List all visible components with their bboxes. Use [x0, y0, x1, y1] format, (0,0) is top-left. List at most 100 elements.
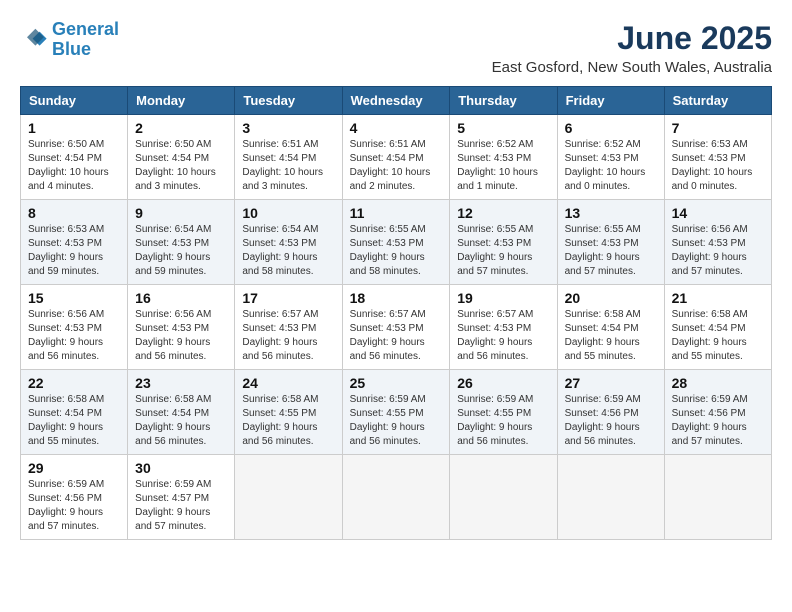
day-number: 24 — [242, 375, 334, 391]
calendar-cell: 27 Sunrise: 6:59 AMSunset: 4:56 PMDayligh… — [557, 370, 664, 455]
day-info: Sunrise: 6:58 AMSunset: 4:54 PMDaylight:… — [135, 393, 227, 449]
calendar-cell: 24Sunrise: 6:58 AMSunset: 4:55 PMDayligh… — [235, 370, 342, 455]
calendar-cell: 6Sunrise: 6:52 AMSunset: 4:53 PMDaylight… — [557, 115, 664, 200]
calendar-cell: 8 Sunrise: 6:53 AMSunset: 4:53 PMDaylight… — [21, 200, 128, 285]
day-info: Sunrise: 6:58 AMSunset: 4:54 PMDaylight:… — [565, 308, 657, 364]
day-number: 17 — [242, 290, 334, 306]
day-info: Sunrise: 6:55 AMSunset: 4:53 PMDaylight:… — [565, 223, 657, 279]
day-number: 11 — [350, 205, 443, 221]
day-info: Sunrise: 6:59 AMSunset: 4:55 PMDaylight:… — [457, 393, 549, 449]
day-info: Sunrise: 6:56 AMSunset: 4:53 PMDaylight:… — [28, 308, 120, 364]
calendar-cell: 18 Sunrise: 6:57 AMSunset: 4:53 PMDayligh… — [342, 285, 450, 370]
calendar-cell: 7Sunrise: 6:53 AMSunset: 4:53 PMDaylight… — [664, 115, 771, 200]
day-number: 16 — [135, 290, 227, 306]
day-info: Sunrise: 6:56 AMSunset: 4:53 PMDaylight:… — [672, 223, 764, 279]
day-info: Sunrise: 6:51 AMSunset: 4:54 PMDaylight:… — [242, 138, 334, 194]
weekday-header-monday: Monday — [128, 87, 235, 115]
calendar-cell: 16 Sunrise: 6:56 AMSunset: 4:53 PMDayligh… — [128, 285, 235, 370]
page-header: General Blue June 2025 East Gosford, New… — [20, 20, 772, 76]
day-info: Sunrise: 6:53 AMSunset: 4:53 PMDaylight:… — [672, 138, 764, 194]
day-info: Sunrise: 6:55 AMSunset: 4:53 PMDaylight:… — [350, 223, 443, 279]
calendar-cell: 30 Sunrise: 6:59 AMSunset: 4:57 PMDayligh… — [128, 455, 235, 540]
calendar-table: SundayMondayTuesdayWednesdayThursdayFrid… — [20, 86, 772, 540]
day-info: Sunrise: 6:59 AMSunset: 4:56 PMDaylight:… — [565, 393, 657, 449]
calendar-cell: 29 Sunrise: 6:59 AMSunset: 4:56 PMDayligh… — [21, 455, 128, 540]
day-number: 27 — [565, 375, 657, 391]
calendar-cell — [450, 455, 557, 540]
day-info: Sunrise: 6:56 AMSunset: 4:53 PMDaylight:… — [135, 308, 227, 364]
calendar-week-row: 15 Sunrise: 6:56 AMSunset: 4:53 PMDayligh… — [21, 285, 772, 370]
day-number: 21 — [672, 290, 764, 306]
day-number: 22 — [28, 375, 120, 391]
calendar-cell: 4 Sunrise: 6:51 AMSunset: 4:54 PMDaylight… — [342, 115, 450, 200]
day-number: 13 — [565, 205, 657, 221]
calendar-cell: 1Sunrise: 6:50 AMSunset: 4:54 PMDaylight… — [21, 115, 128, 200]
calendar-cell: 12Sunrise: 6:55 AMSunset: 4:53 PMDayligh… — [450, 200, 557, 285]
day-number: 18 — [350, 290, 443, 306]
day-number: 19 — [457, 290, 549, 306]
weekday-header-sunday: Sunday — [21, 87, 128, 115]
day-number: 2 — [135, 120, 227, 136]
calendar-cell: 5 Sunrise: 6:52 AMSunset: 4:53 PMDaylight… — [450, 115, 557, 200]
day-info: Sunrise: 6:50 AMSunset: 4:54 PMDaylight:… — [135, 138, 227, 194]
day-number: 26 — [457, 375, 549, 391]
calendar-cell: 26 Sunrise: 6:59 AMSunset: 4:55 PMDayligh… — [450, 370, 557, 455]
calendar-week-row: 1 Sunrise: 6:50 AMSunset: 4:54 PMDaylight… — [21, 115, 772, 200]
calendar-cell: 15 Sunrise: 6:56 AMSunset: 4:53 PMDayligh… — [21, 285, 128, 370]
calendar-cell — [235, 455, 342, 540]
calendar-cell: 2 Sunrise: 6:50 AMSunset: 4:54 PMDaylight… — [128, 115, 235, 200]
calendar-cell: 11 Sunrise: 6:55 AMSunset: 4:53 PMDayligh… — [342, 200, 450, 285]
day-number: 5 — [457, 120, 549, 136]
logo: General Blue — [20, 20, 119, 60]
logo-line2: Blue — [52, 39, 91, 59]
day-info: Sunrise: 6:55 AMSunset: 4:53 PMDaylight:… — [457, 223, 549, 279]
day-number: 14 — [672, 205, 764, 221]
day-number: 25 — [350, 375, 443, 391]
logo-text: General Blue — [52, 20, 119, 60]
logo-icon — [20, 26, 48, 54]
day-info: Sunrise: 6:54 AMSunset: 4:53 PMDaylight:… — [135, 223, 227, 279]
weekday-header-saturday: Saturday — [664, 87, 771, 115]
day-info: Sunrise: 6:53 AMSunset: 4:53 PMDaylight:… — [28, 223, 120, 279]
day-number: 29 — [28, 460, 120, 476]
day-number: 3 — [242, 120, 334, 136]
day-number: 15 — [28, 290, 120, 306]
calendar-week-row: 29 Sunrise: 6:59 AMSunset: 4:56 PMDayligh… — [21, 455, 772, 540]
day-number: 8 — [28, 205, 120, 221]
day-number: 30 — [135, 460, 227, 476]
calendar-cell — [342, 455, 450, 540]
calendar-cell: 10 Sunrise: 6:54 AMSunset: 4:53 PMDayligh… — [235, 200, 342, 285]
day-info: Sunrise: 6:59 AMSunset: 4:57 PMDaylight:… — [135, 478, 227, 534]
calendar-cell: 3 Sunrise: 6:51 AMSunset: 4:54 PMDaylight… — [235, 115, 342, 200]
day-number: 23 — [135, 375, 227, 391]
day-info: Sunrise: 6:58 AMSunset: 4:54 PMDaylight:… — [672, 308, 764, 364]
day-number: 1 — [28, 120, 120, 136]
calendar-cell: 22Sunrise: 6:58 AMSunset: 4:54 PMDayligh… — [21, 370, 128, 455]
day-number: 10 — [242, 205, 334, 221]
weekday-header-wednesday: Wednesday — [342, 87, 450, 115]
day-number: 28 — [672, 375, 764, 391]
calendar-week-row: 8 Sunrise: 6:53 AMSunset: 4:53 PMDaylight… — [21, 200, 772, 285]
day-info: Sunrise: 6:52 AMSunset: 4:53 PMDaylight:… — [457, 138, 549, 194]
calendar-cell: 25Sunrise: 6:59 AMSunset: 4:55 PMDayligh… — [342, 370, 450, 455]
day-info: Sunrise: 6:57 AMSunset: 4:53 PMDaylight:… — [242, 308, 334, 364]
title-area: June 2025 East Gosford, New South Wales,… — [492, 20, 772, 76]
day-info: Sunrise: 6:57 AMSunset: 4:53 PMDaylight:… — [350, 308, 443, 364]
day-number: 6 — [565, 120, 657, 136]
calendar-cell: 9 Sunrise: 6:54 AMSunset: 4:53 PMDaylight… — [128, 200, 235, 285]
day-info: Sunrise: 6:54 AMSunset: 4:53 PMDaylight:… — [242, 223, 334, 279]
day-number: 20 — [565, 290, 657, 306]
day-number: 4 — [350, 120, 443, 136]
calendar-cell — [557, 455, 664, 540]
day-info: Sunrise: 6:57 AMSunset: 4:53 PMDaylight:… — [457, 308, 549, 364]
calendar-cell: 28Sunrise: 6:59 AMSunset: 4:56 PMDayligh… — [664, 370, 771, 455]
day-info: Sunrise: 6:51 AMSunset: 4:54 PMDaylight:… — [350, 138, 443, 194]
calendar-week-row: 22 Sunrise: 6:58 AMSunset: 4:54 PMDayligh… — [21, 370, 772, 455]
calendar-header-row: SundayMondayTuesdayWednesdayThursdayFrid… — [21, 87, 772, 115]
day-info: Sunrise: 6:59 AMSunset: 4:56 PMDaylight:… — [28, 478, 120, 534]
day-number: 9 — [135, 205, 227, 221]
month-title: June 2025 — [492, 20, 772, 57]
logo-line1: General — [52, 19, 119, 39]
calendar-cell: 19 Sunrise: 6:57 AMSunset: 4:53 PMDayligh… — [450, 285, 557, 370]
weekday-header-thursday: Thursday — [450, 87, 557, 115]
